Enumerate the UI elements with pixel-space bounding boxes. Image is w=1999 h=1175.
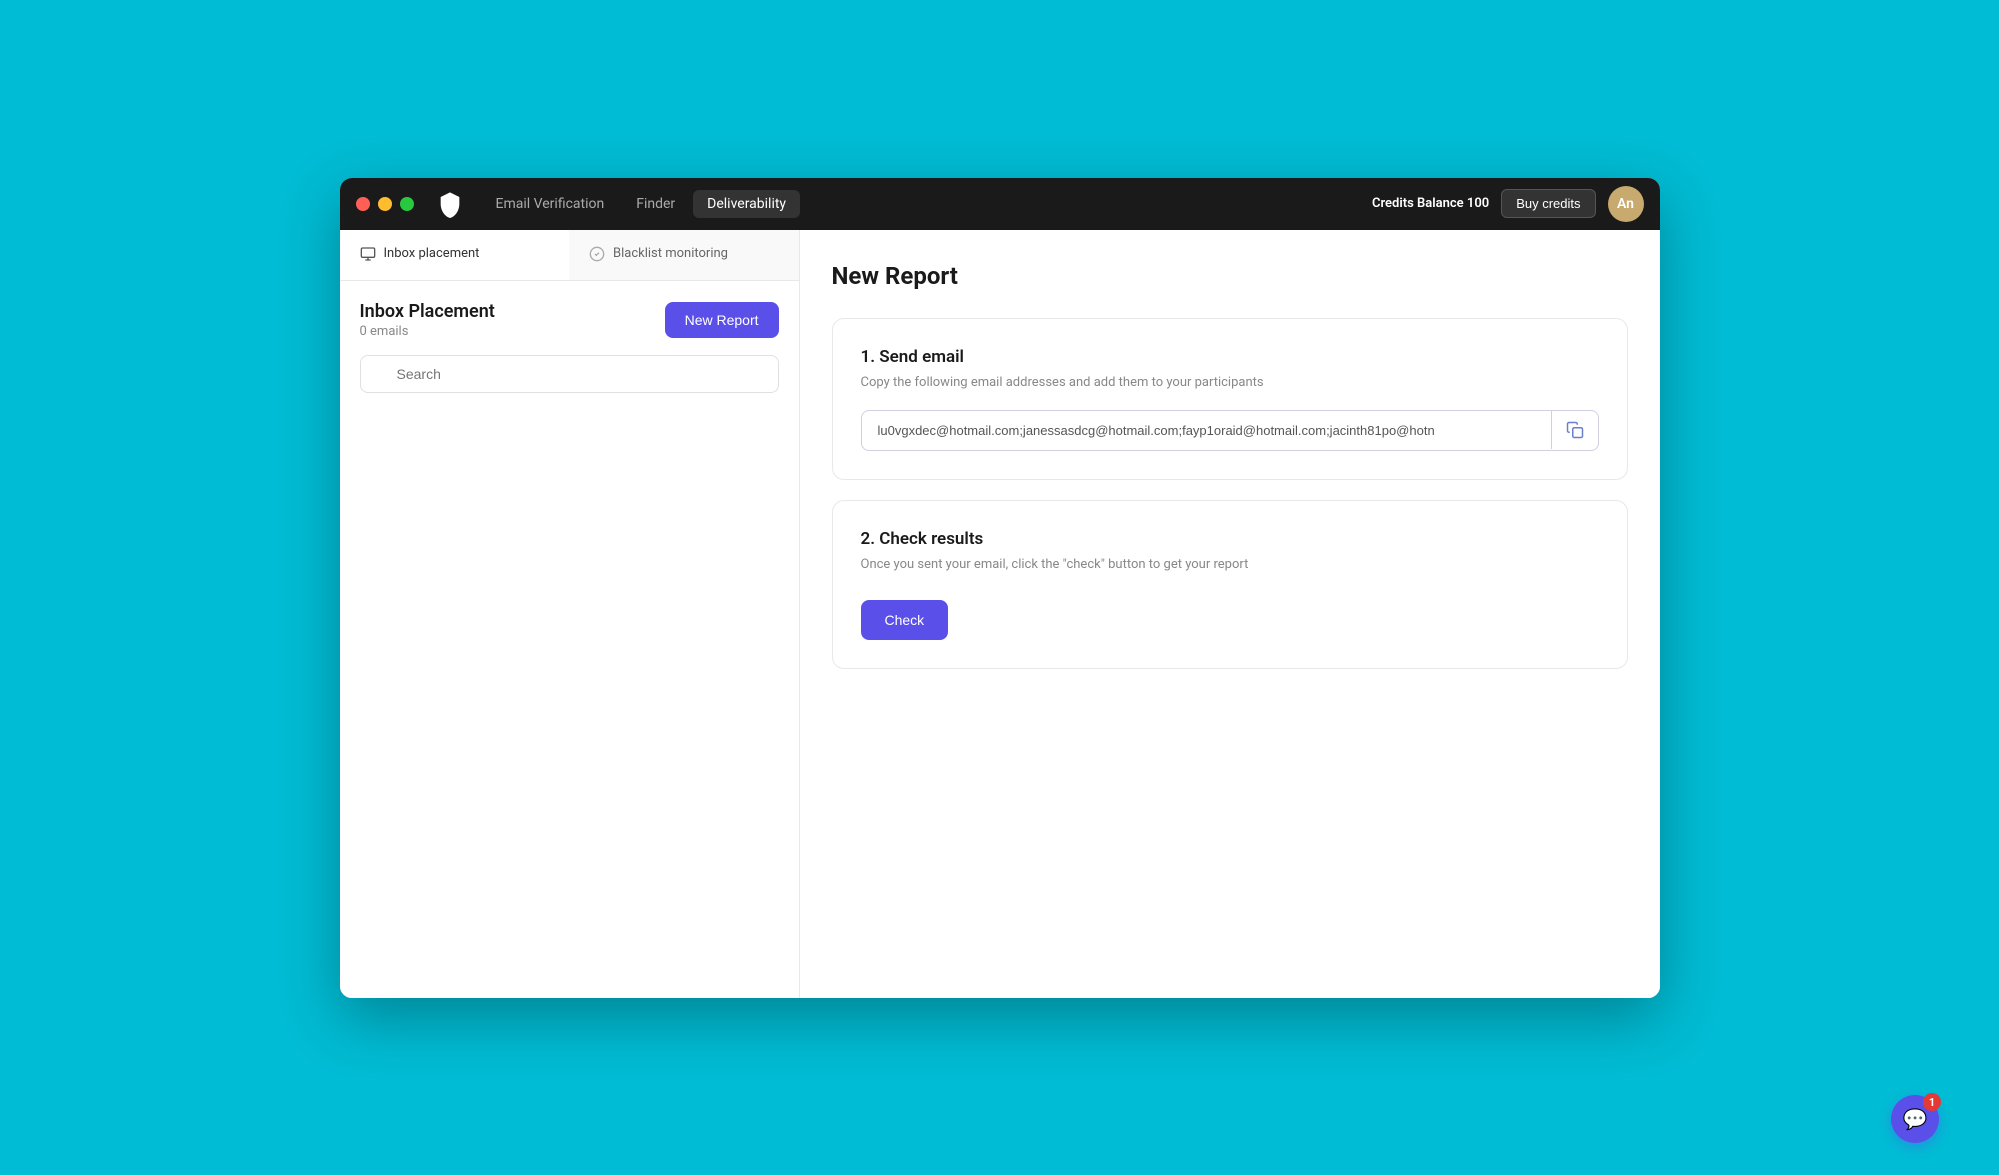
nav-right: Credits Balance 100 Buy credits An bbox=[1372, 186, 1644, 222]
step1-card: 1. Send email Copy the following email a… bbox=[832, 318, 1628, 480]
tab-blacklist-monitoring[interactable]: Blacklist monitoring bbox=[569, 230, 799, 280]
chat-badge: 1 bbox=[1923, 1093, 1941, 1111]
app-logo bbox=[434, 188, 466, 220]
sidebar-title: Inbox Placement bbox=[360, 301, 495, 322]
nav-finder[interactable]: Finder bbox=[622, 190, 689, 218]
maximize-button[interactable] bbox=[400, 197, 414, 211]
chat-icon: 💬 bbox=[1903, 1107, 1928, 1131]
minimize-button[interactable] bbox=[378, 197, 392, 211]
check-circle-icon bbox=[589, 246, 605, 262]
main-layout: Inbox placement Blacklist monitoring In bbox=[340, 230, 1660, 998]
sidebar-title-group: Inbox Placement 0 emails bbox=[360, 301, 495, 339]
new-report-button[interactable]: New Report bbox=[665, 302, 779, 338]
check-button[interactable]: Check bbox=[861, 600, 949, 640]
nav-email-verification[interactable]: Email Verification bbox=[482, 190, 619, 218]
buy-credits-button[interactable]: Buy credits bbox=[1501, 189, 1595, 218]
traffic-lights bbox=[356, 197, 414, 211]
search-wrapper: 🔍 bbox=[360, 355, 779, 393]
step2-description: Once you sent your email, click the "che… bbox=[861, 557, 1599, 572]
sidebar-subtitle: 0 emails bbox=[360, 324, 495, 339]
chat-bubble[interactable]: 💬 1 bbox=[1891, 1095, 1939, 1143]
nav: Email Verification Finder Deliverability bbox=[482, 190, 1373, 218]
copy-button[interactable] bbox=[1551, 411, 1598, 449]
main-content: New Report 1. Send email Copy the follow… bbox=[800, 230, 1660, 998]
email-field-wrapper bbox=[861, 410, 1599, 451]
step2-card: 2. Check results Once you sent your emai… bbox=[832, 500, 1628, 669]
avatar[interactable]: An bbox=[1608, 186, 1644, 222]
step2-title: 2. Check results bbox=[861, 529, 1599, 549]
tab-inbox-placement[interactable]: Inbox placement bbox=[340, 230, 570, 280]
titlebar: Email Verification Finder Deliverability… bbox=[340, 178, 1660, 230]
close-button[interactable] bbox=[356, 197, 370, 211]
sidebar: Inbox placement Blacklist monitoring In bbox=[340, 230, 800, 998]
sidebar-content: Inbox Placement 0 emails New Report 🔍 bbox=[340, 281, 799, 998]
search-input[interactable] bbox=[360, 355, 779, 393]
nav-deliverability[interactable]: Deliverability bbox=[693, 190, 800, 218]
sidebar-tabs: Inbox placement Blacklist monitoring bbox=[340, 230, 799, 281]
credits-value: 100 bbox=[1467, 196, 1489, 211]
inbox-icon bbox=[360, 246, 376, 262]
step1-description: Copy the following email addresses and a… bbox=[861, 375, 1599, 390]
page-title: New Report bbox=[832, 262, 1628, 290]
step1-title: 1. Send email bbox=[861, 347, 1599, 367]
email-addresses-field[interactable] bbox=[862, 411, 1551, 450]
sidebar-header: Inbox Placement 0 emails New Report bbox=[360, 301, 779, 339]
credits-label: Credits Balance 100 bbox=[1372, 196, 1489, 211]
